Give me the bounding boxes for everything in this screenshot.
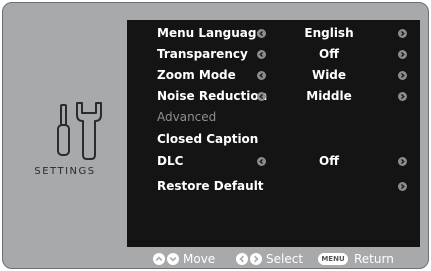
left-arrow-icon[interactable] xyxy=(257,71,266,80)
move-hint: Move xyxy=(183,252,216,266)
advanced-label: Advanced xyxy=(157,110,217,124)
menu-row-menu-language[interactable]: Menu Language English xyxy=(127,23,420,44)
settings-title: SETTINGS xyxy=(34,166,96,177)
menu-row-dlc[interactable]: DLC Off xyxy=(127,151,420,172)
right-arrow-icon[interactable] xyxy=(398,50,407,59)
down-arrow-icon xyxy=(167,253,179,265)
restore-default-label: Restore Default xyxy=(157,179,264,193)
left-arrow-icon[interactable] xyxy=(257,50,266,59)
right-arrow-icon[interactable] xyxy=(398,29,407,38)
menu-row-transparency[interactable]: Transparency Off xyxy=(127,44,420,65)
right-arrow-icon[interactable] xyxy=(398,157,407,166)
settings-menu: Menu Language English Transparency Off Z… xyxy=(127,20,420,247)
select-hint: Select xyxy=(266,252,304,266)
right-arrow-icon[interactable] xyxy=(398,182,407,191)
left-arrow-icon[interactable] xyxy=(257,157,266,166)
left-arrow-icon[interactable] xyxy=(257,29,266,38)
dlc-value: Off xyxy=(319,154,339,168)
right-arrow-icon[interactable] xyxy=(398,92,407,101)
right-arrow-icon[interactable] xyxy=(398,71,407,80)
menu-row-restore-default[interactable]: Restore Default xyxy=(127,176,420,197)
zoom-mode-label: Zoom Mode xyxy=(157,68,236,82)
navigation-hint-bar: Move Select MENU Return xyxy=(3,248,428,268)
tools-icon xyxy=(57,102,102,160)
menu-language-value: English xyxy=(304,26,354,40)
noise-reduction-value: Middle xyxy=(306,89,352,103)
menu-key-icon: MENU xyxy=(318,253,348,265)
right-arrow-icon xyxy=(250,253,262,265)
zoom-mode-value: Wide xyxy=(311,68,347,82)
dlc-label: DLC xyxy=(157,154,184,168)
left-arrow-icon xyxy=(236,253,248,265)
closed-caption-label: Closed Caption xyxy=(157,132,259,146)
menu-row-advanced: Advanced xyxy=(127,107,420,128)
return-hint: Return xyxy=(354,252,394,266)
menu-row-noise-reduction[interactable]: Noise Reduction Middle xyxy=(127,86,420,107)
menu-language-label: Menu Language xyxy=(157,26,265,40)
menu-row-zoom-mode[interactable]: Zoom Mode Wide xyxy=(127,65,420,86)
noise-reduction-label: Noise Reduction xyxy=(157,89,268,103)
transparency-value: Off xyxy=(319,47,339,61)
left-arrow-icon[interactable] xyxy=(257,92,266,101)
settings-sidebar: SETTINGS xyxy=(3,3,127,249)
transparency-label: Transparency xyxy=(157,47,248,61)
up-arrow-icon xyxy=(153,253,165,265)
settings-screen: SETTINGS Menu Language English Transpare… xyxy=(2,2,429,269)
menu-row-closed-caption[interactable]: Closed Caption xyxy=(127,129,420,150)
